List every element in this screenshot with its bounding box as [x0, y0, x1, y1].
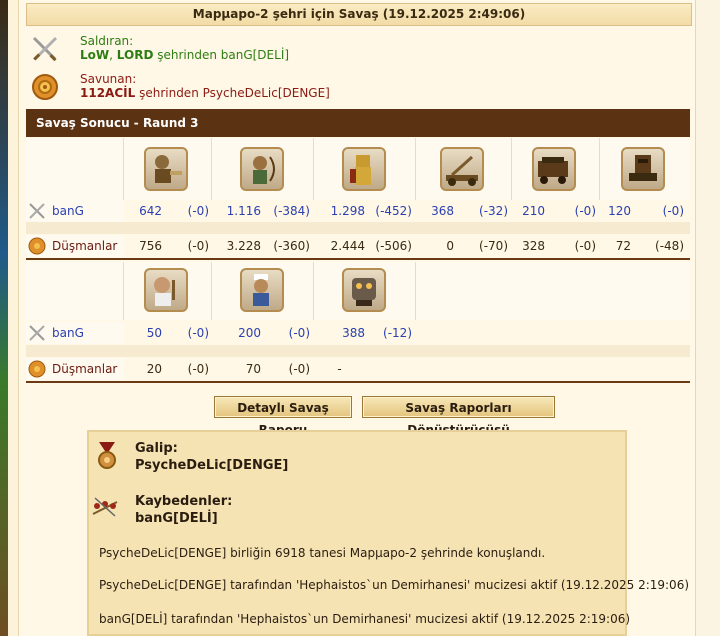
attacker-value: LoW, LORD şehrinden banG[DELİ] — [80, 48, 290, 62]
unit-count: 50 — [146, 326, 162, 340]
background-edge-left — [0, 0, 8, 636]
shield-icon — [28, 237, 46, 255]
attacker-player-lord[interactable]: LORD — [117, 48, 154, 62]
unit-count: 120 — [608, 204, 631, 218]
unit-count: 0 — [446, 239, 454, 253]
unit-count: 3.228 — [226, 239, 261, 253]
result-message: PsycheDeLic[DENGE] tarafından 'Hephaisto… — [99, 578, 690, 592]
report-converter-button[interactable]: Savaş Raporları Dönüştürücüsü — [362, 396, 555, 437]
table-divider — [26, 258, 690, 260]
unit-count: 200 — [238, 326, 261, 340]
report-title: Марµаро-2 şehri için Savaş (19.12.2025 2… — [26, 3, 692, 26]
attacker-row-2: banG 50 (-0) 200 (-0) 388 (-12) — [26, 322, 690, 344]
hoplite-unit-icon[interactable] — [342, 147, 386, 191]
winner-value[interactable]: PsycheDeLic[DENGE] — [135, 458, 288, 473]
ram-unit-icon[interactable] — [532, 147, 576, 191]
unit-count: 1.298 — [330, 204, 365, 218]
unit-loss: (-360) — [273, 239, 310, 253]
unit-loss: (-0) — [187, 239, 209, 253]
defender-row-2: Düşmanlar 20 (-0) 70 (-0) - — [26, 358, 690, 380]
attacker-player-low[interactable]: LoW — [80, 48, 109, 62]
catapult-unit-icon[interactable] — [440, 147, 484, 191]
units-table-1: banG 642 (-0) 1.116 (-384) 1.298 (-452) … — [26, 138, 690, 260]
unit-count: 328 — [522, 239, 545, 253]
unit-loss: (-48) — [655, 239, 684, 253]
attacker-section: Saldıran: LoW, LORD şehrinden banG[DELİ] — [26, 30, 690, 68]
result-message: banG[DELİ] tarafından 'Hephaistos`un Dem… — [99, 612, 631, 626]
tower-unit-icon[interactable] — [621, 147, 665, 191]
unit-loss: (-0) — [288, 362, 310, 376]
attacker-label: Saldıran: — [80, 34, 134, 48]
battle-report-panel: Марµаро-2 şehri için Savaş (19.12.2025 2… — [18, 0, 696, 636]
unit-count: 70 — [245, 362, 261, 376]
defender-value: 112ACİL şehrinden PsycheDeLic[DENGE] — [80, 86, 330, 100]
swordsman-unit-icon[interactable] — [144, 147, 188, 191]
losers-value[interactable]: banG[DELİ] — [135, 511, 218, 526]
unit-loss: (-0) — [662, 204, 684, 218]
detailed-report-button[interactable]: Detaylı Savaş Raporu — [214, 396, 352, 437]
unit-count: 72 — [615, 239, 631, 253]
unit-loss: (-0) — [187, 326, 209, 340]
defender-city[interactable]: 112ACİL — [80, 86, 135, 100]
crossed-swords-icon — [29, 325, 45, 341]
defender-name: Düşmanlar — [52, 362, 118, 376]
unit-count: 1.116 — [226, 204, 261, 218]
defender-section: Savunan: 112ACİL şehrinden PsycheDeLic[D… — [26, 68, 690, 106]
medal-icon — [98, 442, 116, 469]
cook-unit-icon[interactable] — [144, 268, 188, 312]
attacker-name[interactable]: banG — [52, 326, 84, 340]
crossed-swords-icon — [29, 203, 45, 219]
winner-label: Galip: — [135, 441, 178, 456]
unit-count: 2.444 — [330, 239, 365, 253]
unit-count: 388 — [342, 326, 365, 340]
attacker-row-1: banG 642 (-0) 1.116 (-384) 1.298 (-452) … — [26, 200, 690, 222]
unit-loss: (-0) — [574, 239, 596, 253]
battle-result-box: Galip: PsycheDeLic[DENGE] Kaybedenler: b… — [87, 430, 689, 636]
archer-unit-icon[interactable] — [240, 147, 284, 191]
unit-loss: (-384) — [273, 204, 310, 218]
defender-name: Düşmanlar — [52, 239, 118, 253]
unit-count: 756 — [139, 239, 162, 253]
unit-count: 368 — [431, 204, 454, 218]
round-header: Savaş Sonucu - Raund 3 — [26, 109, 690, 137]
unit-count: 642 — [139, 204, 162, 218]
defeated-units-icon — [92, 497, 118, 517]
unit-loss: (-0) — [187, 204, 209, 218]
unit-count: - — [337, 362, 342, 376]
unit-loss: (-0) — [288, 326, 310, 340]
unit-loss: (-70) — [479, 239, 508, 253]
shield-icon — [28, 360, 46, 378]
table-divider — [26, 381, 690, 383]
losers-label: Kaybedenler: — [135, 494, 233, 509]
defender-row-1: Düşmanlar 756 (-0) 3.228 (-360) 2.444 (-… — [26, 235, 690, 257]
shield-icon — [32, 74, 58, 100]
unit-loss: (-506) — [375, 239, 412, 253]
steam-giant-unit-icon[interactable] — [342, 268, 386, 312]
unit-loss: (-452) — [375, 204, 412, 218]
units-table-2: banG 50 (-0) 200 (-0) 388 (-12) Düşmanla… — [26, 262, 690, 384]
defender-label: Savunan: — [80, 72, 137, 86]
unit-loss: (-0) — [187, 362, 209, 376]
unit-loss: (-12) — [383, 326, 412, 340]
crossed-swords-icon — [32, 36, 58, 62]
chef-unit-icon[interactable] — [240, 268, 284, 312]
unit-loss: (-32) — [479, 204, 508, 218]
result-message: PsycheDeLic[DENGE] birliğin 6918 tanesi … — [99, 546, 546, 560]
unit-loss: (-0) — [574, 204, 596, 218]
unit-count: 210 — [522, 204, 545, 218]
unit-count: 20 — [146, 362, 162, 376]
attacker-name[interactable]: banG — [52, 204, 84, 218]
